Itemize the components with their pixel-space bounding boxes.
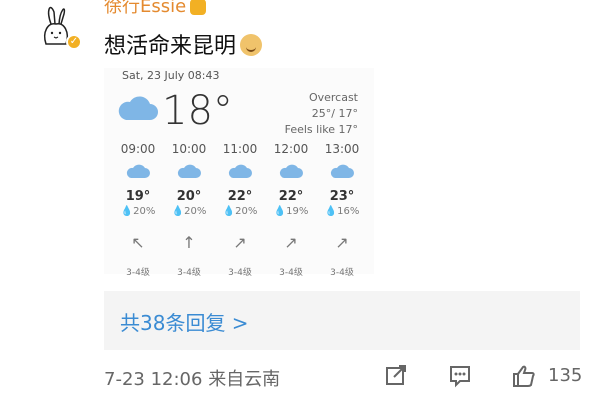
hour-wind: 3-4级 bbox=[330, 268, 354, 278]
hour-time: 09:00 bbox=[120, 142, 156, 156]
hour-time: 11:00 bbox=[222, 142, 258, 156]
comment-text: 想活命来昆明 bbox=[104, 28, 263, 60]
wind-arrow-icon: ↗ bbox=[233, 233, 247, 252]
like-icon[interactable] bbox=[512, 364, 536, 388]
hour-item: 13:00 23° 💧16% ↗ 3-4级 bbox=[318, 142, 366, 278]
wind-arrow-icon: ↖ bbox=[131, 233, 145, 252]
wind-arrow-icon: ↗ bbox=[284, 233, 298, 252]
share-icon[interactable] bbox=[384, 364, 408, 388]
timestamp: 7-23 12:06 bbox=[104, 369, 203, 390]
cloud-icon bbox=[177, 164, 201, 178]
feels-like: Feels like 17° bbox=[284, 123, 358, 136]
weather-summary: Overcast 25°/ 17° Feels like 17° bbox=[285, 90, 358, 138]
hour-rain: 💧20% bbox=[120, 206, 156, 217]
comment-meta: 7-23 12:06 来自云南 bbox=[104, 365, 280, 391]
hour-time: 12:00 bbox=[273, 142, 309, 156]
condition: Overcast bbox=[308, 91, 358, 104]
wind-arrow-icon: ↑ bbox=[182, 233, 196, 252]
comment-icon[interactable] bbox=[448, 364, 472, 388]
hour-temp: 19° bbox=[125, 189, 151, 204]
post-username[interactable]: 徐行Essie bbox=[104, 0, 207, 18]
hour-item: 10:00 20° 💧20% ↑ 3-4级 bbox=[165, 142, 213, 278]
hour-temp: 22° bbox=[278, 189, 304, 204]
hour-time: 13:00 bbox=[324, 142, 360, 156]
cloud-icon bbox=[228, 164, 252, 178]
replies-link[interactable]: 共38条回复 > bbox=[104, 291, 580, 350]
replies-label: 共38条回复 > bbox=[120, 311, 249, 335]
hi-lo: 25°/ 17° bbox=[311, 107, 358, 120]
weather-screenshot[interactable]: Sat, 23 July 08:43 18° Overcast 25°/ 17°… bbox=[104, 68, 374, 278]
like-count: 135 bbox=[548, 365, 583, 386]
hour-temp: 20° bbox=[176, 189, 202, 204]
dog-emoji-icon bbox=[240, 34, 263, 56]
cloud-icon bbox=[126, 164, 150, 178]
hour-item: 09:00 19° 💧20% ↖ 3-4级 bbox=[114, 142, 162, 278]
hour-rain: 💧16% bbox=[324, 206, 360, 217]
cloud-icon bbox=[118, 96, 158, 120]
verified-badge-icon: ✓ bbox=[66, 34, 82, 50]
weather-date: Sat, 23 July 08:43 bbox=[122, 69, 220, 82]
hour-rain: 💧20% bbox=[222, 206, 258, 217]
user-badge-icon bbox=[190, 0, 207, 15]
hour-temp: 22° bbox=[227, 189, 253, 204]
current-temp: 18° bbox=[162, 88, 233, 134]
hour-wind: 3-4级 bbox=[126, 268, 150, 278]
hour-wind: 3-4级 bbox=[228, 268, 252, 278]
hour-wind: 3-4级 bbox=[279, 268, 303, 278]
hour-rain: 💧19% bbox=[273, 206, 309, 217]
comment-actions: 135 bbox=[384, 360, 584, 392]
hour-temp: 23° bbox=[329, 189, 355, 204]
hour-item: 12:00 22° 💧19% ↗ 3-4级 bbox=[267, 142, 315, 278]
hour-wind: 3-4级 bbox=[177, 268, 201, 278]
hourly-forecast: 09:00 19° 💧20% ↖ 3-4级 10:00 20° 💧20% ↑ 3… bbox=[114, 142, 366, 278]
hour-item: 11:00 22° 💧20% ↗ 3-4级 bbox=[216, 142, 264, 278]
hour-rain: 💧20% bbox=[171, 206, 207, 217]
location: 来自云南 bbox=[208, 369, 281, 390]
wind-arrow-icon: ↗ bbox=[335, 233, 349, 252]
hour-time: 10:00 bbox=[171, 142, 207, 156]
cloud-icon bbox=[279, 164, 303, 178]
cloud-icon bbox=[330, 164, 354, 178]
